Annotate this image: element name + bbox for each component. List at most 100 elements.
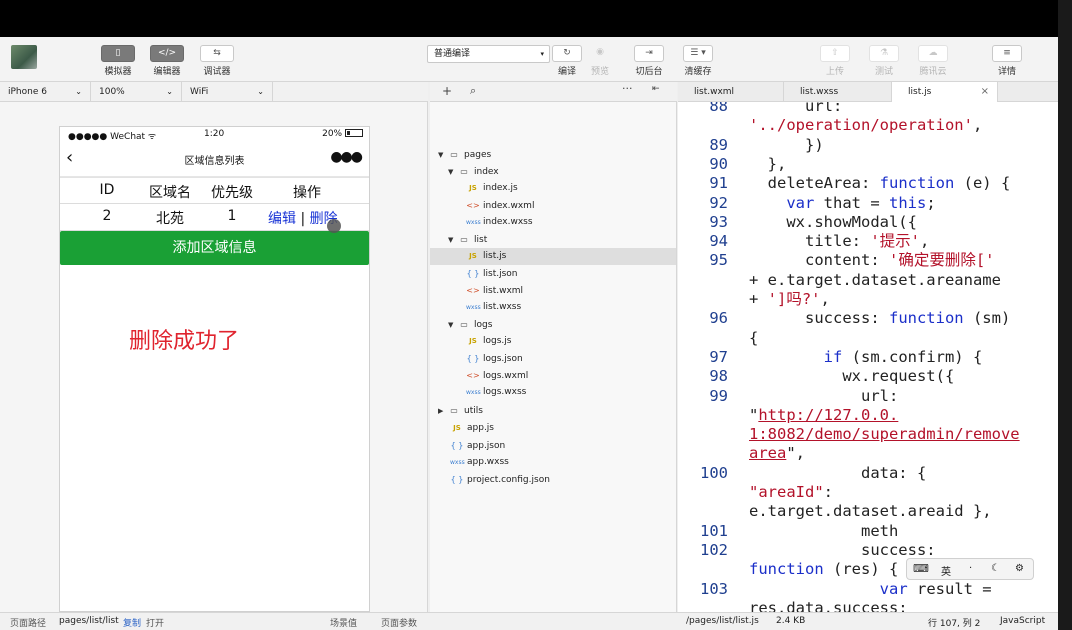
simulator-button[interactable]: ▯ 模拟器: [101, 45, 135, 77]
folder-icon: ▭: [450, 150, 458, 159]
file-size: 2.4 KB: [776, 616, 806, 626]
tree-file-app-js[interactable]: JS app.js: [450, 420, 696, 437]
tree-file-logs-json[interactable]: { } logs.json: [466, 350, 712, 367]
code-line[interactable]: + e.target.dataset.areaname: [678, 270, 1058, 290]
avatar[interactable]: [11, 45, 37, 69]
details-button[interactable]: ≡ 详情: [992, 45, 1022, 77]
code-text: function (res) {: [749, 560, 899, 579]
tree-folder-utils[interactable]: ▶ ▭ utils: [438, 402, 684, 419]
code-line[interactable]: 91 deleteArea: function (e) {: [678, 173, 1058, 193]
code-line[interactable]: 1:8082/demo/superadmin/remove: [678, 424, 1058, 444]
code-line[interactable]: res.data.success;: [678, 598, 1058, 612]
code-line[interactable]: 93 wx.showModal({: [678, 212, 1058, 232]
compile-mode-select[interactable]: 普通编译 ▾: [427, 45, 550, 63]
open-link[interactable]: 打开: [146, 616, 164, 629]
language-mode[interactable]: JavaScript: [1000, 616, 1045, 626]
code-text: url:: [749, 102, 843, 115]
gear-icon[interactable]: ⚙: [1015, 563, 1024, 574]
compile-button[interactable]: ↻ 编译: [552, 45, 582, 77]
tree-folder-pages[interactable]: ▼ ▭ pages: [438, 146, 684, 163]
tab-list-wxml[interactable]: list.wxml: [678, 82, 784, 102]
code-line[interactable]: 102 success:: [678, 540, 1058, 560]
test-button[interactable]: ⚗ 测试: [869, 45, 899, 77]
page-params[interactable]: 页面参数: [381, 616, 417, 629]
more-icon[interactable]: ···: [622, 82, 633, 95]
tree-file-index-wxss[interactable]: wxss index.wxss: [466, 214, 712, 231]
network-select[interactable]: WiFi ⌄: [182, 82, 273, 102]
code-line[interactable]: 94 title: '提示',: [678, 231, 1058, 251]
code-line[interactable]: 101 meth: [678, 521, 1058, 541]
copy-link[interactable]: 复制: [123, 616, 141, 629]
tree-folder-index[interactable]: ▼ ▭ index: [448, 163, 694, 180]
code-line[interactable]: 88 url:: [678, 102, 1058, 116]
wxss-file-icon: wxss: [466, 219, 481, 226]
code-text: success: function (sm): [749, 309, 1011, 328]
folder-icon: ▭: [460, 235, 468, 244]
code-line[interactable]: 100 data: {: [678, 463, 1058, 483]
tree-file-list-wxml[interactable]: <> list.wxml: [466, 282, 712, 299]
tree-file-logs-js[interactable]: JS logs.js: [466, 333, 712, 350]
add-area-button[interactable]: 添加区域信息: [60, 231, 369, 265]
add-icon[interactable]: +: [442, 84, 452, 98]
device-select[interactable]: iPhone 6 ⌄: [0, 82, 91, 102]
code-line[interactable]: area",: [678, 443, 1058, 463]
background-button[interactable]: ⇥ 切后台: [634, 45, 664, 77]
tree-folder-logs[interactable]: ▼ ▭ logs: [448, 316, 694, 333]
code-line[interactable]: "areaId":: [678, 482, 1058, 502]
editor-button[interactable]: </> 编辑器: [150, 45, 184, 77]
line-number: 95: [709, 251, 728, 270]
tab-list-wxss[interactable]: list.wxss: [784, 82, 892, 102]
close-icon[interactable]: ×: [981, 82, 989, 102]
tree-file-app-json[interactable]: { } app.json: [450, 437, 696, 454]
code-line[interactable]: e.target.dataset.areaid },: [678, 501, 1058, 521]
keyboard-icon[interactable]: ⌨: [913, 562, 929, 575]
punctuation-toggle[interactable]: ·: [969, 563, 972, 574]
code-line[interactable]: + ']吗?',: [678, 289, 1058, 309]
more-icon[interactable]: ●●●: [330, 149, 363, 165]
code-line[interactable]: 96 success: function (sm): [678, 308, 1058, 328]
moon-icon[interactable]: ☾: [991, 563, 1000, 574]
scene-value[interactable]: 场景值: [330, 616, 357, 629]
code-line[interactable]: 97 if (sm.confirm) {: [678, 347, 1058, 367]
code-line[interactable]: '../operation/operation',: [678, 115, 1058, 135]
tree-file-list-json[interactable]: { } list.json: [466, 265, 712, 282]
edit-link[interactable]: 编辑: [268, 211, 296, 227]
preview-button[interactable]: ◉ 预览: [585, 45, 615, 77]
zoom-select[interactable]: 100% ⌄: [91, 82, 182, 102]
tree-file-list-wxss[interactable]: wxss list.wxss: [466, 299, 712, 316]
tree-file-list-js[interactable]: JS list.js: [430, 248, 676, 265]
code-line[interactable]: 99 url:: [678, 386, 1058, 406]
battery-icon: [345, 129, 363, 137]
code-text: "areaId":: [749, 483, 833, 501]
code-line[interactable]: 90 },: [678, 154, 1058, 174]
code-text: title: '提示',: [749, 232, 930, 251]
upload-button[interactable]: ⇧ 上传: [820, 45, 850, 77]
tree-folder-list[interactable]: ▼ ▭ list: [448, 231, 694, 248]
collapse-icon[interactable]: ⇤: [652, 84, 660, 94]
line-number: 100: [700, 463, 728, 482]
debugger-button[interactable]: ⇆ 调试器: [200, 45, 234, 77]
code-line[interactable]: 89 }): [678, 135, 1058, 155]
ime-language[interactable]: 英: [941, 563, 951, 578]
code-editor[interactable]: 88 url: '../operation/operation', 89 }) 90 …: [678, 102, 1058, 612]
code-line[interactable]: 92 var that = this;: [678, 193, 1058, 213]
search-icon[interactable]: ⌕: [470, 84, 476, 98]
tree-file-logs-wxss[interactable]: wxss logs.wxss: [466, 384, 712, 401]
tree-file-logs-wxml[interactable]: <> logs.wxml: [466, 367, 712, 384]
code-line[interactable]: {: [678, 328, 1058, 348]
code-line[interactable]: 95 content: '确定要删除[': [678, 250, 1058, 270]
tab-list-js[interactable]: list.js ×: [892, 82, 998, 102]
code-line[interactable]: "http://127.0.0.: [678, 405, 1058, 425]
clear-cache-button[interactable]: ☰ ▾ 清缓存: [683, 45, 713, 77]
tree-file-app-wxss[interactable]: wxss app.wxss: [450, 454, 696, 471]
code-line[interactable]: 103 var result =: [678, 579, 1058, 599]
tree-file-index-wxml[interactable]: <> index.wxml: [466, 197, 712, 214]
tree-file-project-config[interactable]: { } project.config.json: [450, 471, 696, 488]
code-line[interactable]: 98 wx.request({: [678, 366, 1058, 386]
tree-file-index-js[interactable]: JS index.js: [466, 180, 712, 197]
tencent-cloud-button[interactable]: ☁ 腾讯云: [918, 45, 948, 77]
phone-icon: ▯: [101, 45, 135, 62]
code-text: if (sm.confirm) {: [823, 347, 983, 366]
code-text: res.data.success;: [749, 598, 908, 612]
expand-icon: ▼: [448, 321, 454, 329]
